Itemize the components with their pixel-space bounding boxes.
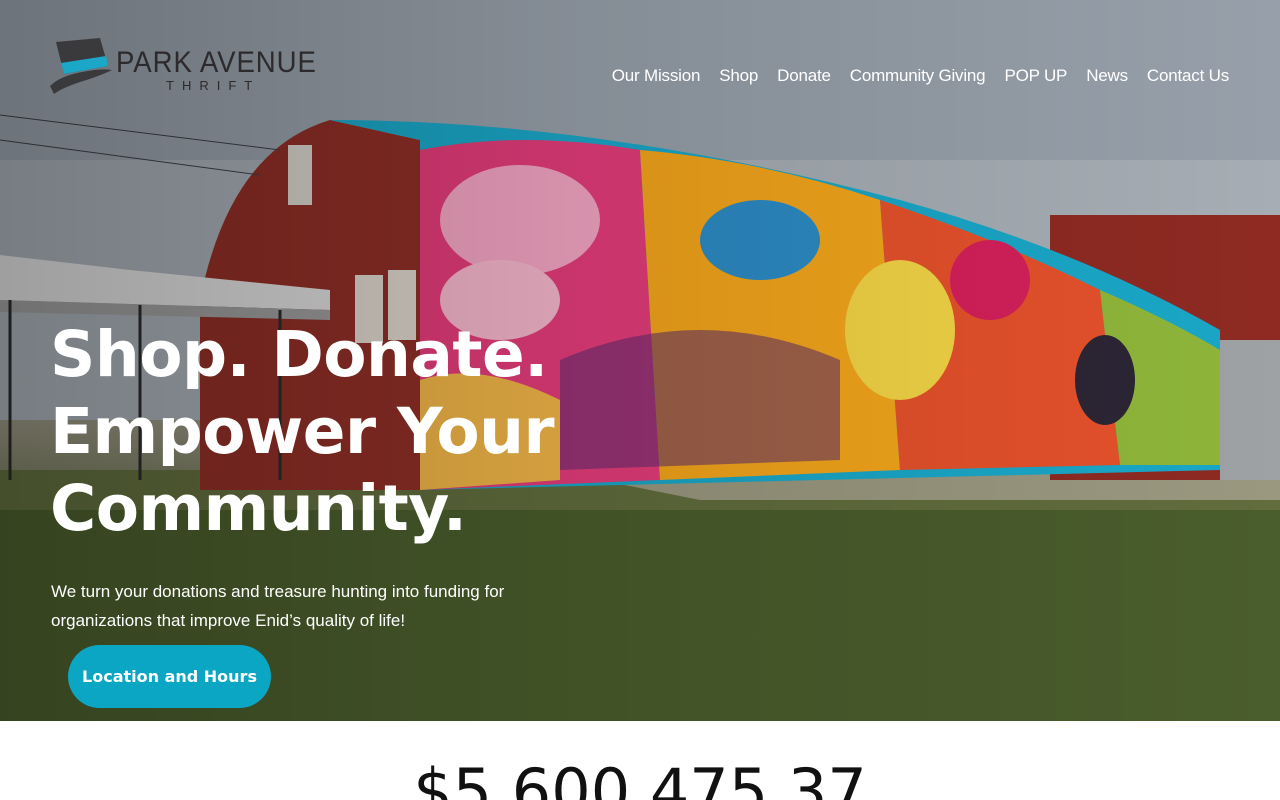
hero-section: PARK AVENUE THRIFT Our Mission Shop Dona… (0, 0, 1280, 721)
nav-item-shop[interactable]: Shop (719, 66, 758, 86)
logo-title: PARK AVENUE (116, 46, 317, 79)
nav-item-community-giving[interactable]: Community Giving (850, 66, 986, 86)
nav-item-contact-us[interactable]: Contact Us (1147, 66, 1229, 86)
nav-item-our-mission[interactable]: Our Mission (612, 66, 701, 86)
nav-item-news[interactable]: News (1086, 66, 1128, 86)
total-raised-counter: $5,600,475.37 (413, 755, 867, 800)
top-hat-icon (50, 38, 112, 94)
site-logo[interactable]: PARK AVENUE THRIFT (50, 36, 316, 96)
headline-line-1: Shop. Donate. (50, 318, 548, 391)
hero-headline: Shop. Donate. Empower Your Community. (50, 316, 610, 547)
location-and-hours-button[interactable]: Location and Hours (68, 645, 271, 708)
logo-subtitle: THRIFT (166, 78, 261, 93)
headline-line-3: Community. (50, 472, 467, 545)
hero-subtitle: We turn your donations and treasure hunt… (51, 582, 505, 630)
main-navigation: Our Mission Shop Donate Community Giving… (612, 66, 1229, 86)
nav-item-pop-up[interactable]: POP UP (1004, 66, 1067, 86)
nav-item-donate[interactable]: Donate (777, 66, 831, 86)
headline-line-2: Empower Your (50, 395, 555, 468)
